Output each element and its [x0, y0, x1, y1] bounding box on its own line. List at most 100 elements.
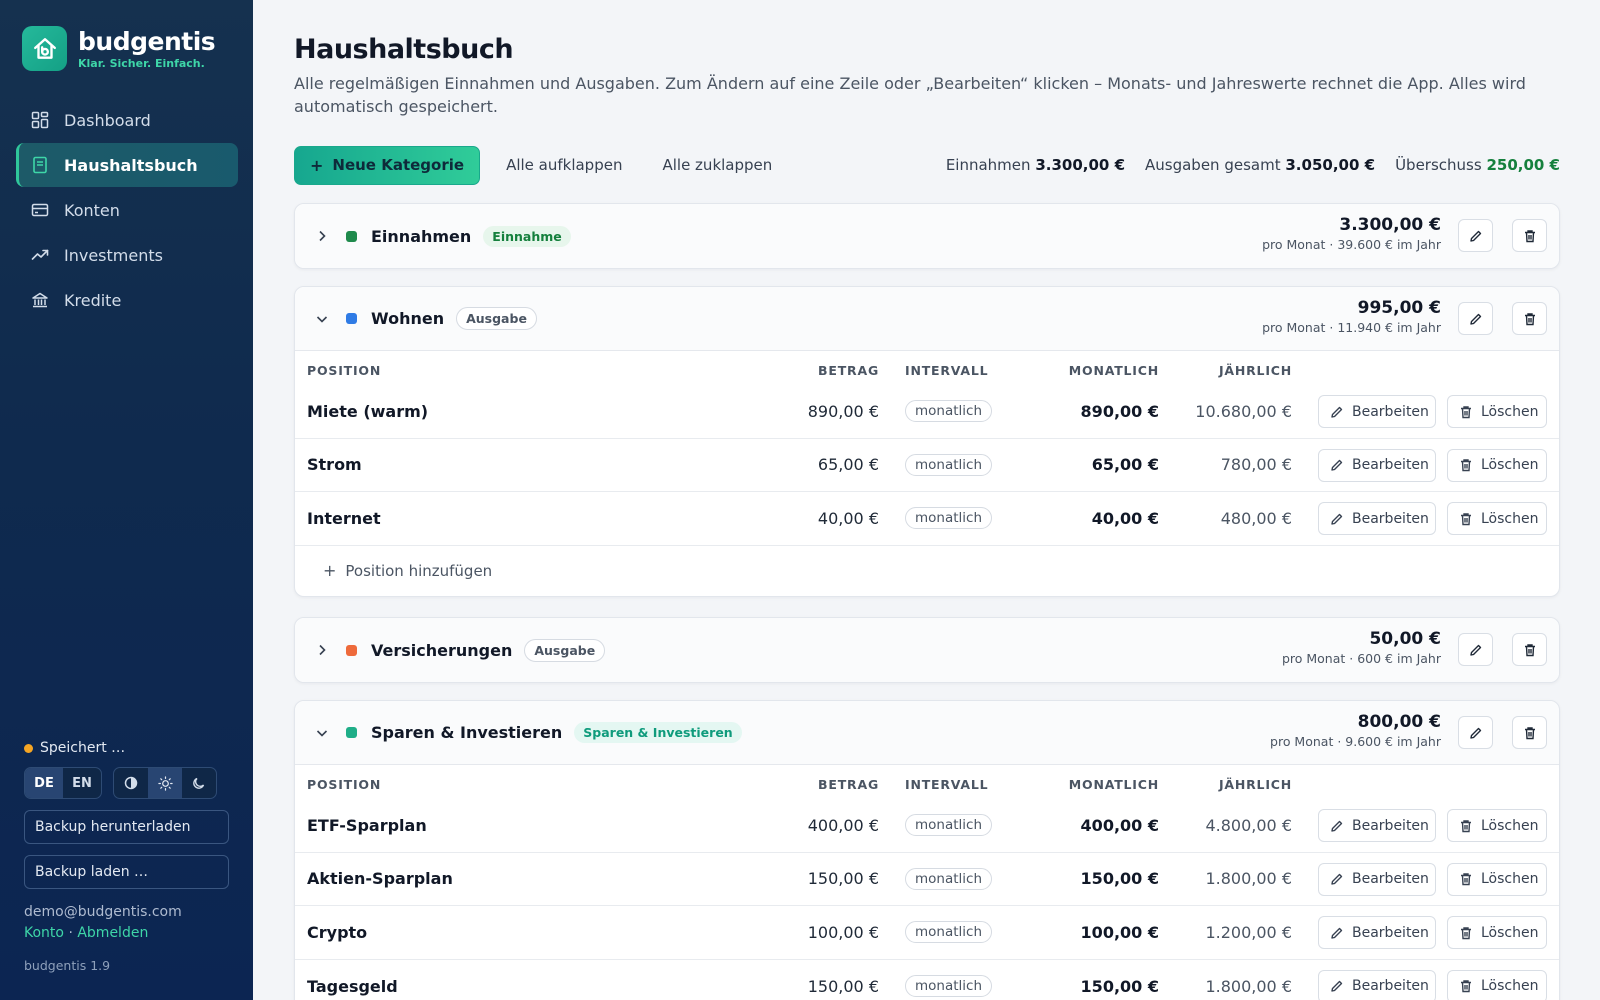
pencil-icon	[1330, 926, 1344, 940]
edit-row-button[interactable]: Bearbeiten	[1318, 916, 1436, 949]
delete-category-button[interactable]	[1512, 716, 1547, 749]
edit-category-button[interactable]	[1458, 716, 1493, 749]
table-row[interactable]: Strom 65,00 € monatlich 65,00 € 780,00 €…	[295, 439, 1559, 492]
row-position: ETF-Sparplan	[307, 815, 427, 835]
save-status-label: Speichert …	[40, 740, 126, 756]
sidebar: budgentis Klar. Sicher. Einfach. Dashboa…	[0, 0, 253, 1000]
pencil-icon	[1469, 727, 1481, 739]
row-yearly: 1.800,00 €	[1205, 976, 1292, 996]
theme-light-button[interactable]	[148, 768, 182, 798]
sidebar-item-investments[interactable]: Investments	[16, 233, 238, 277]
add-position-button[interactable]: + Position hinzufügen	[295, 546, 1559, 596]
row-yearly: 4.800,00 €	[1205, 815, 1292, 835]
logout-link[interactable]: Abmelden	[77, 925, 148, 941]
category-color-dot	[346, 727, 357, 738]
interval-chip: monatlich	[905, 400, 993, 423]
chevron-right-icon[interactable]	[315, 229, 329, 243]
edit-label: Bearbeiten	[1352, 817, 1429, 834]
save-status: Speichert …	[24, 740, 229, 756]
edit-row-button[interactable]: Bearbeiten	[1318, 502, 1436, 535]
brand[interactable]: budgentis Klar. Sicher. Einfach.	[22, 26, 216, 71]
delete-row-button[interactable]: Löschen	[1447, 969, 1547, 1000]
row-monthly: 40,00 €	[1091, 508, 1159, 528]
account-link[interactable]: Konto	[24, 925, 64, 941]
category-header[interactable]: Sparen & Investieren Sparen & Investiere…	[295, 701, 1559, 765]
table-row[interactable]: Crypto 100,00 € monatlich 100,00 € 1.200…	[295, 906, 1559, 960]
column-header-monthly: MONATLICH	[1068, 363, 1159, 378]
row-yearly: 10.680,00 €	[1195, 401, 1292, 421]
sidebar-item-label: Investments	[64, 245, 163, 265]
category-header[interactable]: Wohnen Ausgabe 995,00 € pro Monat · 11.9…	[295, 287, 1559, 351]
sidebar-item-dashboard[interactable]: Dashboard	[16, 98, 238, 142]
row-yearly: 1.800,00 €	[1205, 869, 1292, 889]
table-row[interactable]: Tagesgeld 150,00 € monatlich 150,00 € 1.…	[295, 960, 1559, 1000]
edit-category-button[interactable]	[1458, 219, 1493, 252]
trash-icon	[1524, 643, 1535, 656]
delete-category-button[interactable]	[1512, 633, 1547, 666]
category-meta: pro Monat · 11.940 € im Jahr	[1262, 320, 1441, 335]
delete-row-button[interactable]: Löschen	[1447, 502, 1547, 535]
new-category-button[interactable]: + Neue Kategorie	[294, 145, 481, 185]
category-card: Sparen & Investieren Sparen & Investiere…	[294, 700, 1560, 1000]
delete-row-button[interactable]: Löschen	[1447, 862, 1547, 896]
backup-load-button[interactable]: Backup laden …	[24, 855, 229, 889]
category-header[interactable]: Versicherungen Ausgabe 50,00 € pro Monat…	[295, 618, 1559, 682]
column-header-interval: INTERVALL	[905, 777, 989, 792]
row-interval-cell: monatlich	[905, 492, 993, 545]
pencil-icon	[1330, 458, 1344, 472]
new-category-label: Neue Kategorie	[332, 156, 465, 174]
category-type-badge: Ausgabe	[524, 638, 606, 662]
chevron-down-icon[interactable]	[315, 312, 329, 326]
trash-icon	[1459, 512, 1473, 526]
table-row[interactable]: Internet 40,00 € monatlich 40,00 € 480,0…	[295, 492, 1559, 546]
category-name: Versicherungen	[371, 640, 513, 660]
edit-row-button[interactable]: Bearbeiten	[1318, 862, 1436, 896]
row-interval-cell: monatlich	[905, 906, 993, 959]
sidebar-item-konten[interactable]: Konten	[16, 188, 238, 232]
logo-icon	[22, 26, 67, 71]
edit-row-button[interactable]: Bearbeiten	[1318, 448, 1436, 482]
language-de-button[interactable]: DE	[25, 768, 63, 798]
edit-row-button[interactable]: Bearbeiten	[1318, 809, 1436, 842]
theme-dark-button[interactable]	[182, 768, 216, 798]
row-monthly: 150,00 €	[1080, 976, 1159, 996]
edit-label: Bearbeiten	[1352, 457, 1429, 473]
backup-download-button[interactable]: Backup herunterladen	[24, 810, 229, 844]
sidebar-item-kredite[interactable]: Kredite	[16, 278, 238, 322]
edit-row-button[interactable]: Bearbeiten	[1318, 969, 1436, 1000]
table-row[interactable]: Aktien-Sparplan 150,00 € monatlich 150,0…	[295, 853, 1559, 906]
edit-label: Bearbeiten	[1352, 403, 1429, 420]
delete-row-button[interactable]: Löschen	[1447, 395, 1547, 428]
chevron-down-icon[interactable]	[315, 726, 329, 740]
table-row[interactable]: ETF-Sparplan 400,00 € monatlich 400,00 €…	[295, 799, 1559, 853]
table-row[interactable]: Miete (warm) 890,00 € monatlich 890,00 €…	[295, 385, 1559, 439]
row-amount: 40,00 €	[817, 508, 879, 528]
delete-row-button[interactable]: Löschen	[1447, 809, 1547, 842]
row-amount: 100,00 €	[807, 922, 879, 942]
trash-icon	[1459, 405, 1473, 419]
pencil-icon	[1469, 230, 1481, 242]
category-header[interactable]: Einnahmen Einnahme 3.300,00 € pro Monat …	[295, 204, 1559, 268]
chevron-right-icon[interactable]	[315, 643, 329, 657]
collapse-all-button[interactable]: Alle zuklappen	[662, 148, 772, 182]
delete-row-button[interactable]: Löschen	[1447, 916, 1547, 949]
sidebar-item-haushaltsbuch[interactable]: Haushaltsbuch	[16, 143, 238, 187]
language-en-button[interactable]: EN	[63, 768, 101, 798]
edit-row-button[interactable]: Bearbeiten	[1318, 395, 1436, 428]
edit-category-button[interactable]	[1458, 302, 1493, 335]
row-monthly: 890,00 €	[1080, 401, 1159, 421]
row-monthly: 100,00 €	[1080, 922, 1159, 942]
row-amount: 150,00 €	[807, 869, 879, 889]
app-version: budgentis 1.9	[24, 958, 111, 973]
category-name: Einnahmen	[371, 226, 472, 246]
delete-row-button[interactable]: Löschen	[1447, 448, 1547, 482]
delete-category-button[interactable]	[1512, 219, 1547, 252]
pencil-icon	[1330, 979, 1344, 993]
trash-icon	[1524, 229, 1535, 242]
trash-icon	[1459, 872, 1473, 886]
theme-auto-button[interactable]	[114, 768, 148, 798]
edit-category-button[interactable]	[1458, 633, 1493, 666]
table-header: POSITION BETRAG INTERVALL MONATLICH JÄHR…	[295, 351, 1559, 385]
expand-all-button[interactable]: Alle aufklappen	[506, 148, 622, 182]
delete-category-button[interactable]	[1512, 302, 1547, 335]
